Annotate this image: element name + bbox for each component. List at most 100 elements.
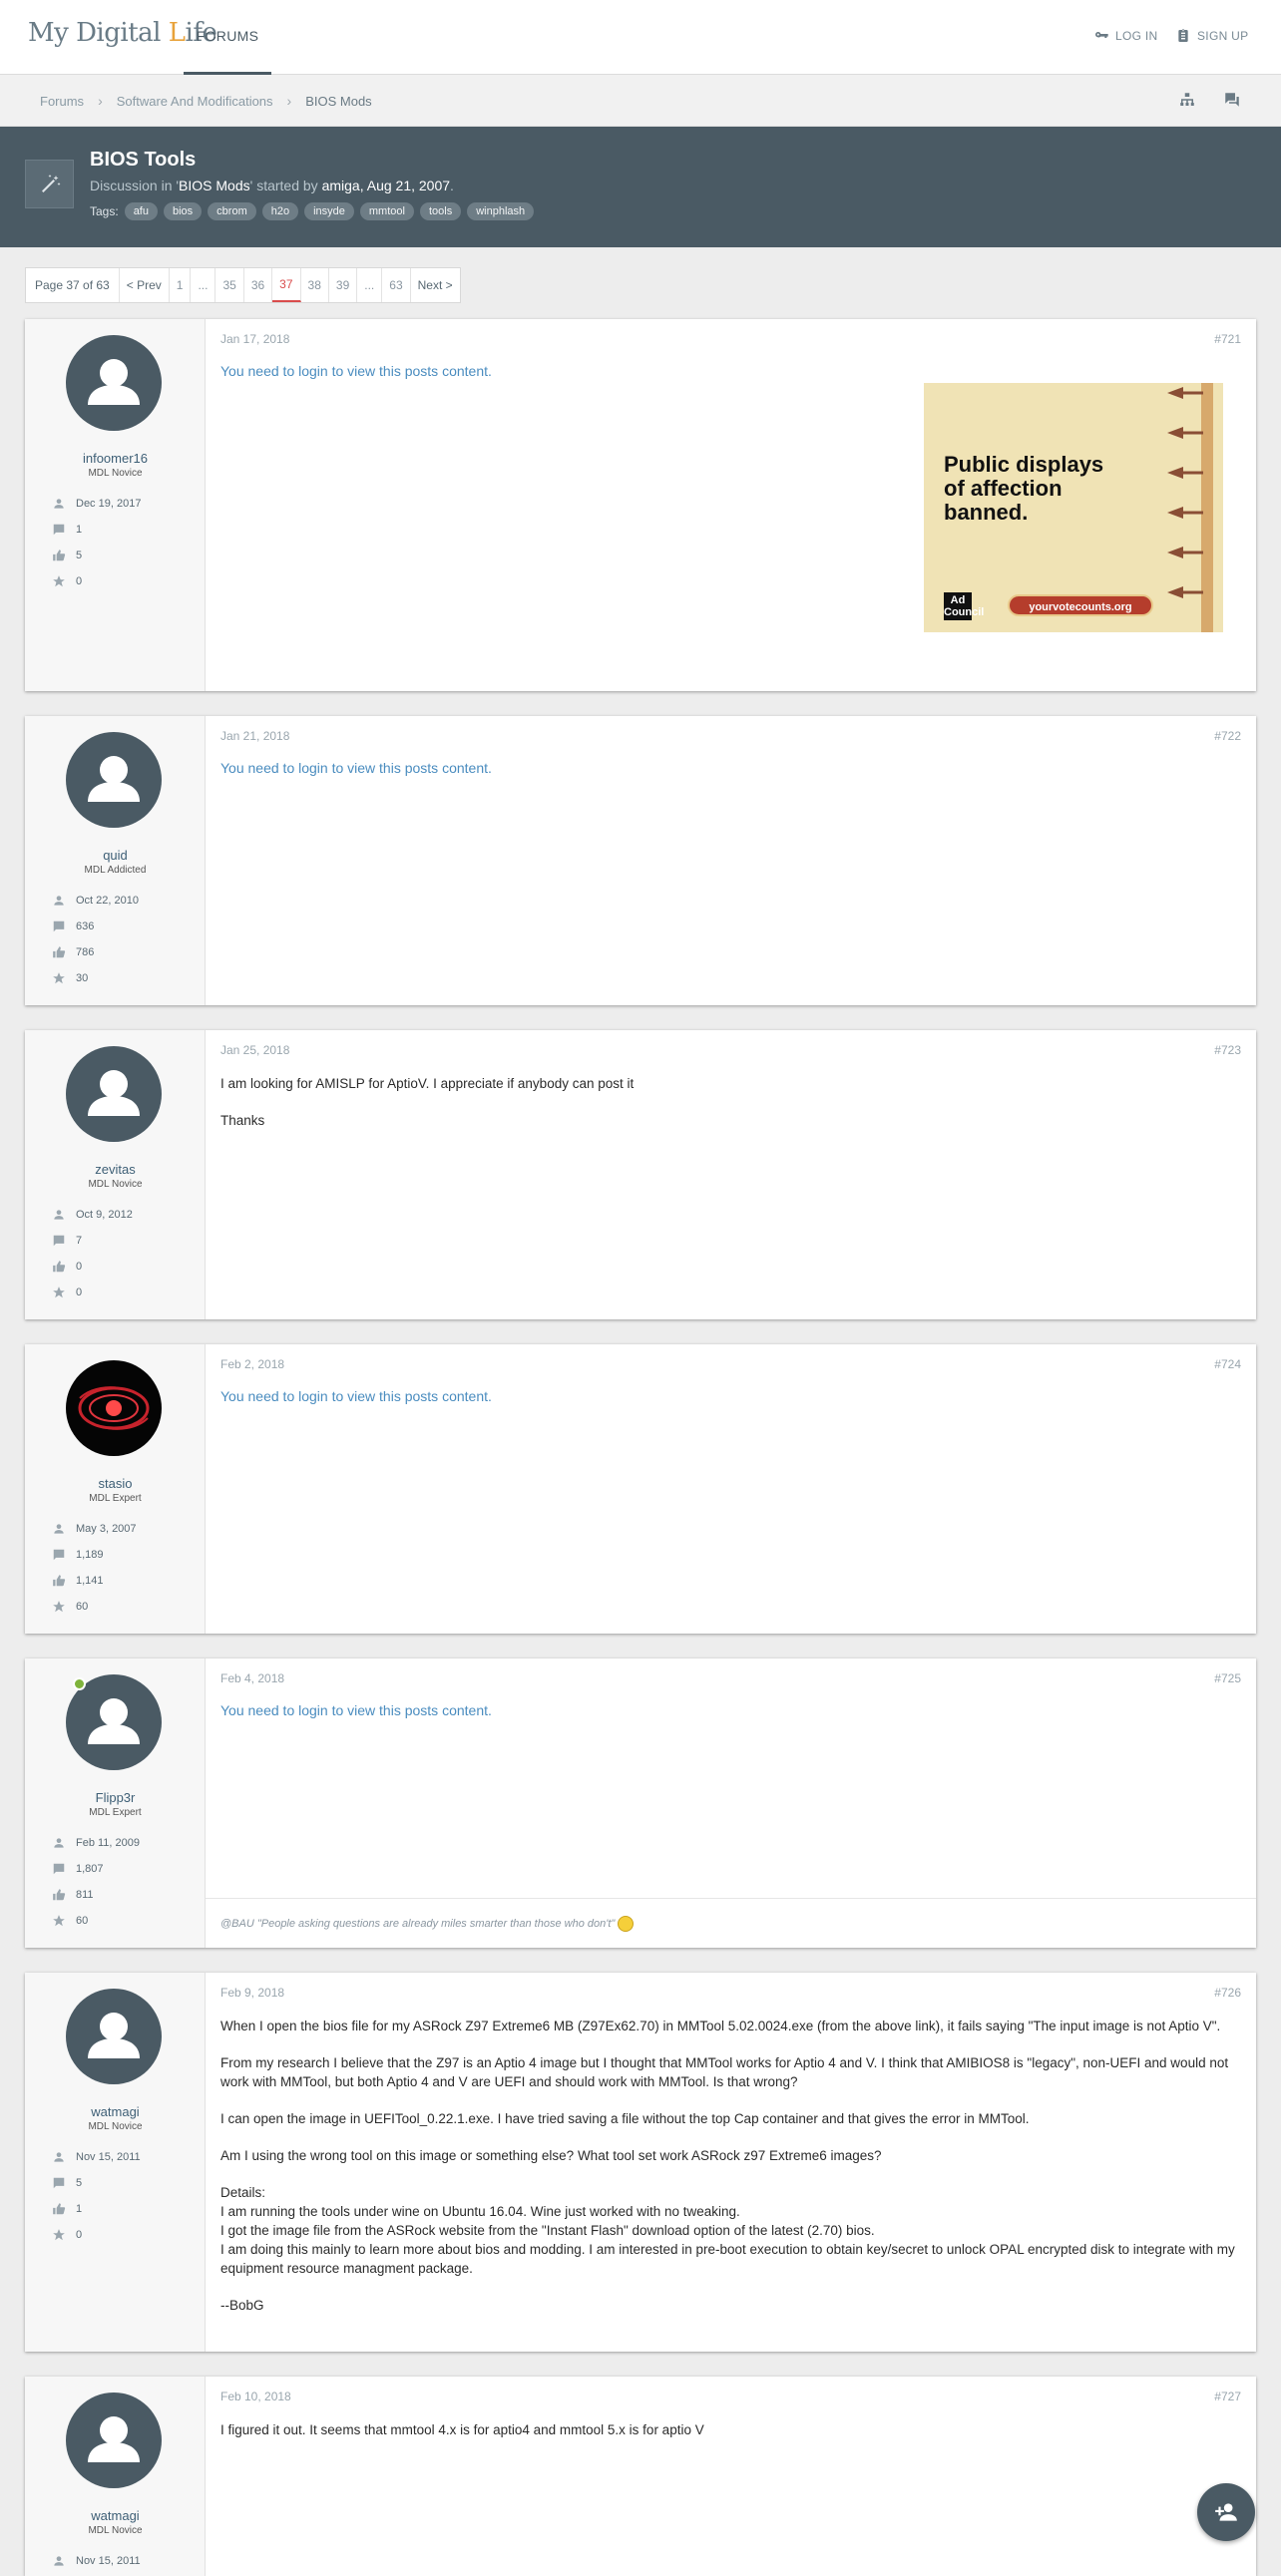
user-title: MDL Addicted [84,865,147,876]
username[interactable]: watmagi [25,2508,206,2523]
login-required-message[interactable]: You need to login to view this posts con… [220,1702,492,1718]
tag[interactable]: cbrom [208,202,256,220]
points-stat: 0 [52,1280,133,1305]
messages-stat: 1,189 [52,1542,137,1568]
username[interactable]: quid [25,848,206,863]
page-link[interactable]: 36 [244,268,273,302]
tag[interactable]: h2o [261,202,299,220]
login-link[interactable]: LOG IN [1093,28,1157,44]
add-user-icon [1215,2503,1237,2521]
star-icon [53,1601,65,1613]
tag[interactable]: mmtool [359,202,414,220]
tag[interactable]: afu [124,202,158,220]
post-number[interactable]: #724 [1214,1357,1241,1371]
user-stats: Oct 22, 2010 636 786 30 [52,888,139,991]
post-number[interactable]: #723 [1214,1043,1241,1057]
message-icon [53,1235,65,1247]
post-date[interactable]: Feb 9, 2018 [220,1986,284,2000]
breadcrumb-bios-mods[interactable]: BIOS Mods [305,94,371,109]
post-date[interactable]: Feb 10, 2018 [220,2390,291,2403]
avatar[interactable] [66,1989,162,2084]
login-required-message[interactable]: You need to login to view this posts con… [220,363,492,379]
signup-link[interactable]: SIGN UP [1175,28,1248,44]
avatar[interactable] [66,732,162,828]
post-number[interactable]: #726 [1214,1986,1241,2000]
user-title: MDL Novice [88,468,143,479]
page-link[interactable]: 1 [170,268,192,302]
messages-stat: 7 [52,1228,133,1254]
likes-stat: 811 [52,1882,140,1908]
star-icon [53,2229,65,2241]
tag[interactable]: insyde [304,202,354,220]
username[interactable]: infoomer16 [25,451,206,466]
username[interactable]: stasio [25,1476,206,1491]
page-link[interactable]: 35 [215,268,244,302]
joined-stat: Oct 9, 2012 [52,1202,133,1228]
post-number[interactable]: #727 [1214,2390,1241,2403]
login-required-message[interactable]: You need to login to view this posts con… [220,1388,492,1404]
chevron-right-icon: › [286,93,292,109]
tag[interactable]: tools [419,202,462,220]
ad-banner[interactable]: Public displays of affection banned. Ad Co… [924,383,1223,632]
signature: @BAU "People asking questions are alread… [206,1898,1256,1948]
author-link[interactable]: amiga [322,178,360,193]
post-date[interactable]: Jan 25, 2018 [220,1043,289,1057]
page-link[interactable]: 39 [329,268,358,302]
username[interactable]: Flipp3r [25,1790,206,1805]
post-content: Jan 25, 2018 #723 I am looking for AMISL… [206,1030,1256,1319]
next-page-button[interactable]: Next > [411,268,460,302]
post-date[interactable]: Feb 4, 2018 [220,1671,284,1685]
post-user-panel: quid MDL Addicted Oct 22, 2010 636 786 3… [25,716,206,1005]
sitemap-icon[interactable] [1178,91,1198,111]
points-stat: 0 [52,2222,141,2248]
tag[interactable]: winphlash [467,202,535,220]
post-date[interactable]: Jan 21, 2018 [220,729,289,743]
chevron-right-icon: › [98,93,103,109]
post-content: Feb 9, 2018 #726 When I open the bios fi… [206,1973,1256,2352]
avatar[interactable] [66,1046,162,1142]
nav-forums[interactable]: FORUMS [184,0,271,75]
avatar[interactable] [66,1360,162,1456]
points-stat: 60 [52,1594,137,1620]
post-number[interactable]: #725 [1214,1671,1241,1685]
breadcrumb-forums[interactable]: Forums [40,94,84,109]
user-stats: Nov 15, 2011 [52,2548,141,2574]
page-ellipsis: ... [357,268,383,302]
tags-label: Tags: [90,204,119,218]
post: quid MDL Addicted Oct 22, 2010 636 786 3… [25,716,1256,1005]
page-link[interactable]: 63 [382,268,411,302]
thumbs-up-icon [53,550,66,561]
star-icon [53,1915,65,1927]
forum-link[interactable]: BIOS Mods [179,178,250,193]
points-stat: 60 [52,1908,140,1934]
post-number[interactable]: #722 [1214,729,1241,743]
post-date[interactable]: Jan 17, 2018 [220,332,289,346]
user-title: MDL Novice [88,2121,143,2132]
add-user-button[interactable] [1197,2483,1255,2541]
post: stasio MDL Expert May 3, 2007 1,189 1,14… [25,1344,1256,1634]
joined-stat: Nov 15, 2011 [52,2144,141,2170]
joined-stat: May 3, 2007 [52,1516,137,1542]
likes-stat: 5 [52,543,141,568]
points-stat: 0 [52,568,141,594]
avatar[interactable] [66,335,162,431]
post-content: Jan 17, 2018 #721 You need to login to v… [206,319,1256,691]
top-header: My Digital Life FORUMS LOG IN SIGN UP [0,0,1281,75]
thumbs-up-icon [53,1261,66,1273]
page-link-current[interactable]: 37 [272,268,301,302]
chat-icon[interactable] [1223,91,1243,111]
avatar[interactable] [66,2392,162,2488]
breadcrumb-software[interactable]: Software And Modifications [117,94,273,109]
post: Flipp3r MDL Expert Feb 11, 2009 1,807 81… [25,1658,1256,1948]
login-required-message[interactable]: You need to login to view this posts con… [220,760,492,776]
likes-stat: 786 [52,939,139,965]
username[interactable]: zevitas [25,1162,206,1177]
tag[interactable]: bios [163,202,203,220]
post-number[interactable]: #721 [1214,332,1241,346]
username[interactable]: watmagi [25,2104,206,2119]
post-user-panel: zevitas MDL Novice Oct 9, 2012 7 0 0 [25,1030,206,1319]
prev-page-button[interactable]: < Prev [120,268,170,302]
page-link[interactable]: 38 [301,268,329,302]
post-date[interactable]: Feb 2, 2018 [220,1357,284,1371]
pagination: Page 37 of 63 < Prev 1 ... 35 36 37 38 3… [25,267,461,303]
